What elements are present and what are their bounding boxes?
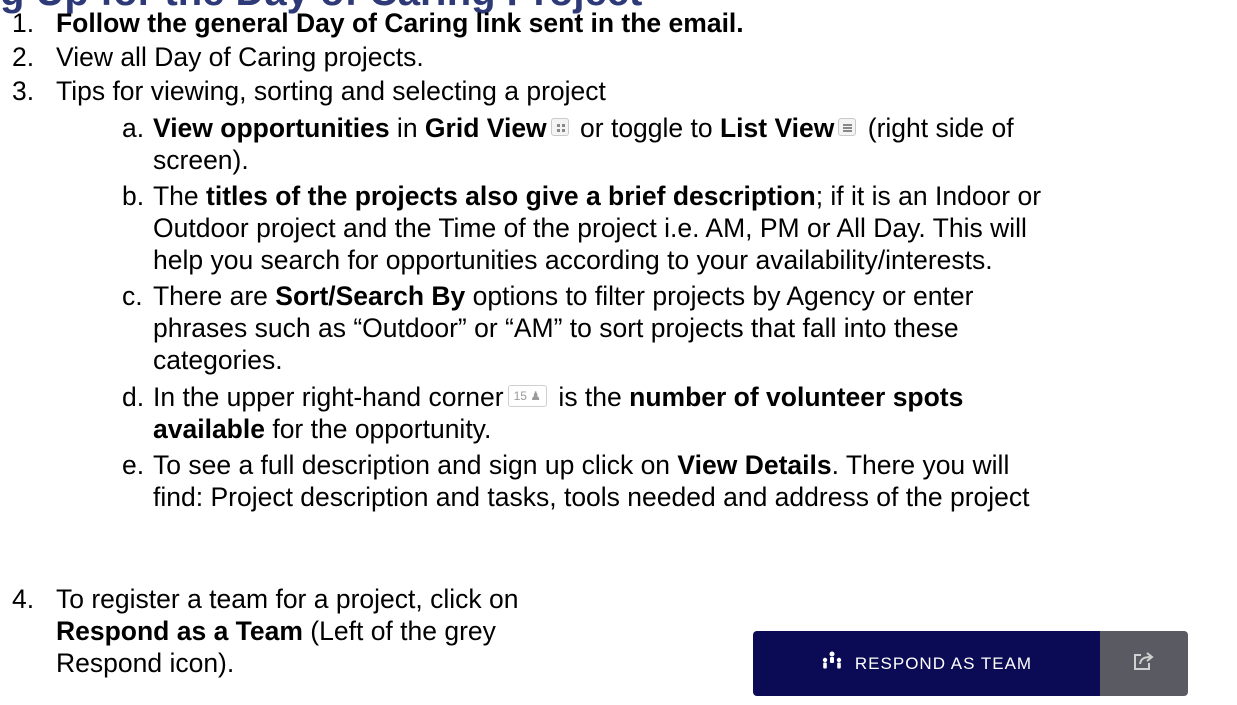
respond-as-team-button[interactable]: RESPOND AS TEAM [753,631,1100,696]
subitem-letter: d. [122,382,145,412]
bold-text: number of volunteer spots [629,382,964,412]
text: In the upper right-hand corner [153,382,504,412]
item-number: 3. [12,76,35,106]
text: To see a full description and sign up cl… [153,450,678,480]
subitem-c-line3: categories. [153,345,283,375]
share-icon [1133,651,1155,677]
text: (right side of [860,113,1014,143]
text: options to filter projects by Agency or … [465,281,974,311]
share-button[interactable] [1100,631,1188,696]
item-4-line3: Respond icon). [56,648,235,678]
subitem-letter: c. [122,281,143,311]
team-icon [821,651,843,676]
text: (Left of the grey [302,616,496,646]
text: is the [551,382,630,412]
subitem-letter: b. [122,181,145,211]
subitem-b-line1: The titles of the projects also give a b… [153,180,1041,212]
subitem-e-line1: To see a full description and sign up cl… [153,449,1009,481]
text: The [153,181,207,211]
volunteer-spots-badge: 15 ♟ [507,385,548,407]
list-view-icon [838,118,857,136]
subitem-a-line2: screen). [153,145,249,175]
bold-text: View opportunities [153,113,390,143]
subitem-e-line2: find: Project description and tasks, too… [153,482,1030,512]
bold-text: Grid View [424,113,547,143]
text: in [389,113,425,143]
subitem-c-line2: phrases such as “Outdoor” or “AM” to sor… [153,313,959,343]
text: ; if it is an Indoor or [815,181,1042,211]
bold-text: Respond as a Team [56,616,303,646]
respond-button-label: RESPOND AS TEAM [854,653,1033,673]
item-number: 4. [12,584,35,614]
grid-view-icon [550,118,569,136]
bold-text: List View [720,113,835,143]
text: . There you will [831,450,1010,480]
item-number: 2. [12,42,35,72]
subitem-letter: a. [122,113,145,143]
bold-text: available [153,414,265,444]
text: or toggle to [572,113,720,143]
item-3-text: Tips for viewing, sorting and selecting … [56,76,606,106]
subitem-b-line3: help you search for opportunities accord… [153,245,993,275]
bold-text: View Details [677,450,832,480]
item-4-line1: To register a team for a project, click … [56,584,519,614]
subitem-b-line2: Outdoor project and the Time of the proj… [153,213,1027,243]
text: for the opportunity. [264,414,492,444]
subitem-letter: e. [122,450,145,480]
item-1-text: Follow the general Day of Caring link se… [56,8,744,38]
text: There are [153,281,276,311]
subitem-c-line1: There are Sort/Search By options to filt… [153,280,973,312]
subitem-d-line1: In the upper right-hand corner 15 ♟ is th… [153,381,963,413]
bold-text: Sort/Search By [275,281,466,311]
item-4-line2: Respond as a Team (Left of the grey [56,615,496,647]
subitem-a-line1: View opportunities in Grid View or toggl… [153,112,1014,144]
item-number: 1. [12,8,35,38]
bold-text: titles of the projects also give a brief… [206,181,816,211]
item-2-text: View all Day of Caring projects. [56,42,424,72]
subitem-d-line2: available for the opportunity. [153,413,491,445]
